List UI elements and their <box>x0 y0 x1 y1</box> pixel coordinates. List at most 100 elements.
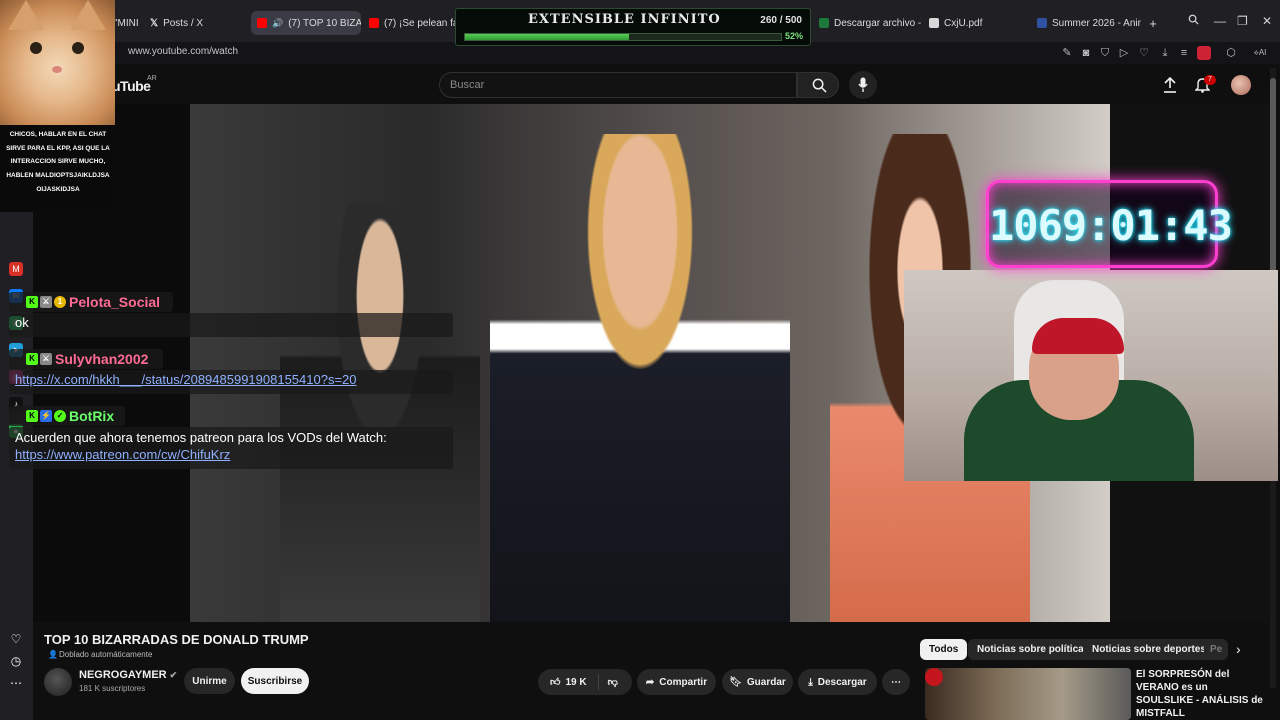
speaker-icon: 🔊 <box>272 17 284 28</box>
heart-icon[interactable]: ♡ <box>9 632 23 646</box>
history-icon[interactable]: ◷ <box>9 654 23 668</box>
save-button[interactable]: 🔖︎ Guardar <box>722 669 793 695</box>
tab-label: Posts / X <box>163 17 204 29</box>
tab-youtube-2[interactable]: (7) ¡Se pelean farmea <box>363 11 458 35</box>
tab-youtube-active[interactable]: 🔊 (7) TOP 10 BIZARRAD <box>251 11 361 35</box>
country-code: AR <box>147 75 157 82</box>
extension-icon[interactable] <box>1197 46 1211 60</box>
tab-anime[interactable]: Summer 2026 - Anime - <box>1031 11 1141 35</box>
chat-message-text: Acuerden que ahora tenemos patreon para … <box>15 430 387 445</box>
goal-title: EXTENSIBLE INFINITO <box>528 12 721 27</box>
video-title: TOP 10 BIZARRADAS DE DONALD TRUMP <box>44 632 309 647</box>
verified-badge-icon: ✓ <box>54 410 66 422</box>
thumbs-down-icon[interactable]: 👎︎ <box>608 676 618 688</box>
share-label: Compartir <box>659 676 708 688</box>
camera-icon[interactable]: ◙ <box>1079 46 1093 60</box>
download-icon: ⤓ <box>808 676 813 688</box>
ai-icon[interactable]: ⟡AI <box>1250 46 1270 60</box>
search-tabs-icon[interactable] <box>1188 14 1199 25</box>
subscribe-label: Suscribirse <box>247 675 303 687</box>
share-icon: ➦ <box>645 676 655 688</box>
subscribe-button[interactable]: Suscribirse <box>241 668 309 694</box>
verified-icon: ✔ <box>169 670 178 680</box>
mod-badge-icon: ⚔ <box>40 296 52 308</box>
heart-icon[interactable]: ♡ <box>1137 46 1151 60</box>
search-button[interactable] <box>797 72 839 98</box>
youtube-logo[interactable]: uTube <box>112 78 151 94</box>
chat-message-3-header: K ⚡ ✓ BotRix <box>9 406 125 426</box>
share-button[interactable]: ➦ Compartir <box>637 669 716 695</box>
chevron-right-icon[interactable]: › <box>1236 641 1241 657</box>
channel-avatar[interactable] <box>44 668 72 696</box>
play-icon[interactable]: ▷ <box>1117 46 1131 60</box>
chat-link[interactable]: https://x.com/hkkh___/status/20894859919… <box>15 372 357 387</box>
maximize-icon[interactable]: ❐ <box>1237 14 1248 28</box>
search-input[interactable] <box>439 72 797 98</box>
subscriber-count: 181 K suscriptores <box>79 684 146 693</box>
download-button[interactable]: ⤓ Descargar <box>798 669 877 695</box>
chat-message-2-body: https://x.com/hkkh___/status/20894859919… <box>9 370 453 394</box>
avatar[interactable] <box>1231 75 1251 95</box>
chip-partial[interactable]: Pe <box>1204 639 1228 660</box>
like-count[interactable]: 19 K <box>565 677 586 688</box>
person-center <box>490 134 790 622</box>
cube-icon[interactable]: ⬡ <box>1224 46 1238 60</box>
recommendation-title[interactable]: El SORPRESÓN del VERANO es un SOULSLIKE … <box>1136 668 1266 720</box>
chat-link[interactable]: https://www.patreon.com/cw/ChifuKrz <box>15 446 447 463</box>
chat-message-text: ok <box>15 315 29 330</box>
tab-label: Summer 2026 - Anime - <box>1052 17 1141 29</box>
chip-label: Pe <box>1210 644 1223 655</box>
chat-username: BotRix <box>69 408 115 424</box>
new-tab-button[interactable]: + <box>1143 11 1163 35</box>
upload-icon[interactable] <box>1163 77 1177 93</box>
kick-badge-icon: K <box>26 410 38 422</box>
like-dislike-group: 👍︎ 19 K 👎︎ <box>538 669 632 695</box>
chip-label: Noticias sobre deportes <box>1092 644 1206 655</box>
goal-progress-widget: EXTENSIBLE INFINITO 260 / 500 52% <box>455 8 811 46</box>
url-field[interactable]: www.youtube.com/watch <box>128 46 238 57</box>
tab-pdf[interactable]: CxjU.pdf <box>923 11 1033 35</box>
tab-label: (7) ¡Se pelean farmea <box>384 17 458 29</box>
edit-icon[interactable]: ✎ <box>1060 46 1074 60</box>
more-actions-button[interactable]: ⋯ <box>882 669 910 695</box>
menu-icon[interactable]: ≡ <box>1177 46 1191 60</box>
gift-badge-icon: 1 <box>54 296 66 308</box>
chat-message-3-body: Acuerden que ahora tenemos patreon para … <box>9 427 453 469</box>
kick-badge-icon: K <box>26 353 38 365</box>
thumbs-up-icon[interactable]: 👍︎ <box>550 676 560 688</box>
bookmark-icon: 🔖︎ <box>729 676 742 688</box>
channel-name-text: NEGROGAYMER <box>79 669 167 681</box>
chip-politica[interactable]: Noticias sobre política <box>968 639 1093 660</box>
mal-favicon-icon <box>1037 18 1047 28</box>
channel-name[interactable]: NEGROGAYMER ✔ <box>79 669 177 681</box>
tab-label: Descargar archivo - la co <box>834 17 923 29</box>
close-window-icon[interactable]: ✕ <box>1262 14 1272 28</box>
tab-descargar[interactable]: Descargar archivo - la co <box>813 11 923 35</box>
goal-progress-bar <box>464 33 782 41</box>
kick-badge-icon: K <box>26 296 38 308</box>
minimize-icon[interactable]: — <box>1214 14 1226 28</box>
voice-search-button[interactable] <box>849 71 877 99</box>
tab-posts-x[interactable]: 𝕏 Posts / X <box>144 11 246 35</box>
dubbed-icon: 👤 <box>48 650 58 659</box>
excel-favicon-icon <box>819 18 829 28</box>
more-icon[interactable]: ⋯ <box>9 676 23 690</box>
bot-badge-icon: ⚡ <box>40 410 52 422</box>
recommendation-thumbnail[interactable] <box>925 668 1131 720</box>
notification-badge: 7 <box>1204 75 1216 85</box>
chip-deportes[interactable]: Noticias sobre deportes <box>1083 639 1215 660</box>
cat-overlay-message: Chicos, hablar en el chat sirve para el … <box>6 131 110 193</box>
cat-image <box>0 0 115 125</box>
goal-percent: 52% <box>784 31 803 41</box>
shield-icon[interactable]: ⛉ <box>1098 46 1112 60</box>
chat-username: Sulyvhan2002 <box>55 351 149 367</box>
join-button[interactable]: Unirme <box>184 668 235 694</box>
download-icon[interactable]: ⤓ <box>1158 46 1172 60</box>
tab-label: CxjU.pdf <box>944 17 983 29</box>
gmail-icon[interactable]: M <box>9 262 23 276</box>
tab-label: "MINI <box>114 17 139 29</box>
chip-label: Todos <box>929 644 959 655</box>
chip-todos[interactable]: Todos <box>920 639 968 660</box>
channel-logo-icon <box>925 668 943 686</box>
chat-message-1-header: K ⚔ 1 Pelota_Social <box>9 292 173 312</box>
